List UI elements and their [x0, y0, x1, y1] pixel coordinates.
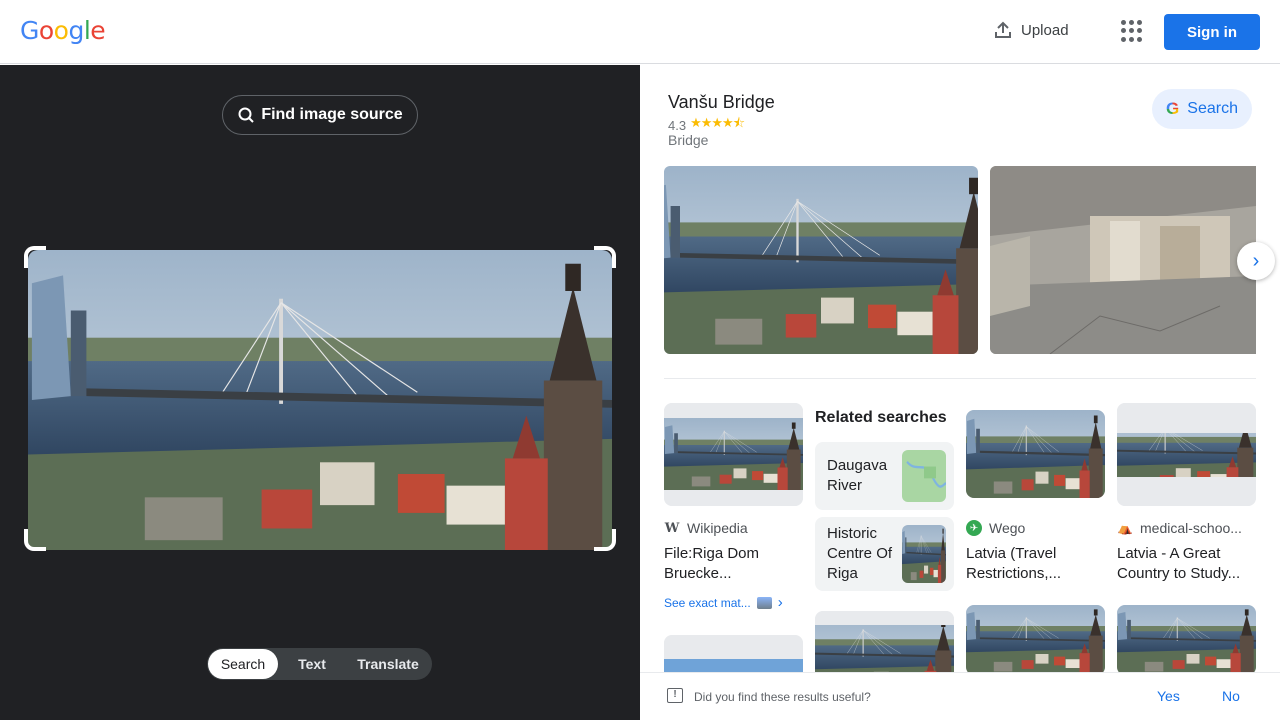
google-g-icon: G	[1166, 99, 1180, 118]
visual-match-card[interactable]: ⛺ medical-schoo... Latvia - A Great Coun…	[1117, 403, 1256, 584]
image-search-icon	[238, 107, 255, 123]
result-title[interactable]: File:Riga Dom Bruecke...	[664, 544, 803, 584]
feedback-yes-button[interactable]: Yes	[1157, 688, 1180, 704]
crop-handle-top-right[interactable]	[594, 246, 616, 268]
logo-letter: g	[68, 16, 84, 45]
result-source: ✈ Wego	[966, 520, 1105, 536]
query-image	[28, 250, 612, 550]
crop-handle-bottom-left[interactable]	[24, 529, 46, 551]
related-search-label: Daugava River	[827, 457, 888, 494]
upload-button[interactable]: Upload	[993, 20, 1069, 40]
google-search-label: Search	[1187, 100, 1238, 117]
divider	[664, 378, 1256, 379]
result-thumbnail[interactable]	[1117, 605, 1256, 675]
entity-image-1[interactable]	[664, 166, 978, 354]
visual-match-card[interactable]: ✈ Wego Latvia (Travel Restrictions,...	[966, 410, 1105, 584]
upload-icon	[995, 21, 1011, 38]
lens-mode-switcher: Search Text Translate	[207, 648, 432, 680]
related-search-thumb	[902, 450, 946, 502]
visual-match-card[interactable]: W Wikipedia File:Riga Dom Bruecke... See…	[664, 403, 803, 611]
sign-in-button[interactable]: Sign in	[1164, 14, 1260, 50]
wikipedia-icon: W	[664, 520, 680, 536]
entity-image-2[interactable]	[990, 166, 1256, 354]
feedback-icon: !	[667, 688, 683, 703]
related-search-label: Historic Centre Of Riga	[827, 525, 893, 582]
feedback-question: Did you find these results useful?	[694, 690, 871, 704]
related-search-thumb	[902, 525, 946, 583]
source-name: medical-schoo...	[1140, 520, 1242, 536]
chevron-right-icon: ›	[777, 594, 783, 611]
logo-letter: e	[90, 16, 106, 45]
exact-match-thumb	[756, 596, 772, 609]
logo-letter: o	[53, 16, 69, 45]
result-title[interactable]: Latvia - A Great Country to Study...	[1117, 544, 1256, 584]
upload-label: Upload	[1021, 21, 1069, 39]
result-thumbnail[interactable]	[966, 410, 1105, 498]
mode-search-tab[interactable]: Search	[208, 649, 278, 679]
see-exact-matches-link[interactable]: See exact mat... ›	[664, 594, 803, 611]
rating-value: 4.3	[668, 117, 687, 133]
google-search-button[interactable]: G Search	[1152, 89, 1252, 129]
chevron-right-icon: ›	[1252, 249, 1260, 272]
find-image-source-button[interactable]: Find image source	[222, 95, 418, 135]
mode-translate-tab[interactable]: Translate	[346, 649, 430, 679]
related-search-chip[interactable]: Historic Centre Of Riga	[815, 517, 954, 591]
top-header: Google Upload Sign in	[0, 0, 1280, 64]
result-source: ⛺ medical-schoo...	[1117, 520, 1256, 536]
source-name: Wikipedia	[687, 520, 748, 536]
source-name: Wego	[989, 520, 1026, 536]
mode-text-tab[interactable]: Text	[278, 649, 346, 679]
wego-icon: ✈	[966, 520, 982, 536]
medical-school-icon: ⛺	[1117, 521, 1133, 535]
apps-grid-icon[interactable]	[1121, 20, 1143, 42]
related-search-chip[interactable]: Daugava River	[815, 442, 954, 510]
result-source: W Wikipedia	[664, 520, 803, 536]
entity-title[interactable]: Vanšu Bridge	[668, 92, 775, 113]
next-images-button[interactable]: ›	[1237, 242, 1275, 280]
logo-letter: G	[20, 16, 39, 45]
result-thumbnail[interactable]	[815, 611, 954, 681]
crop-handle-top-left[interactable]	[24, 246, 46, 268]
result-thumbnail[interactable]	[966, 605, 1105, 675]
google-logo[interactable]: Google	[20, 16, 106, 45]
exact-matches-label: See exact mat...	[664, 595, 751, 610]
image-preview-pane: Find image source Search Text Translate	[0, 65, 640, 720]
feedback-bar: ! Did you find these results useful? Yes…	[640, 672, 1280, 720]
result-title[interactable]: Latvia (Travel Restrictions,...	[966, 544, 1105, 584]
crop-handle-bottom-right[interactable]	[594, 529, 616, 551]
logo-letter: o	[38, 16, 54, 45]
results-pane: Vanšu Bridge 4.3 ★★★★⯪ Bridge G Search ›…	[640, 65, 1280, 720]
find-image-source-label: Find image source	[261, 106, 403, 123]
feedback-no-button[interactable]: No	[1222, 688, 1240, 704]
entity-type: Bridge	[668, 132, 709, 148]
result-thumbnail[interactable]	[1117, 403, 1256, 506]
related-searches-heading: Related searches	[815, 409, 947, 426]
result-thumbnail[interactable]	[664, 403, 803, 506]
